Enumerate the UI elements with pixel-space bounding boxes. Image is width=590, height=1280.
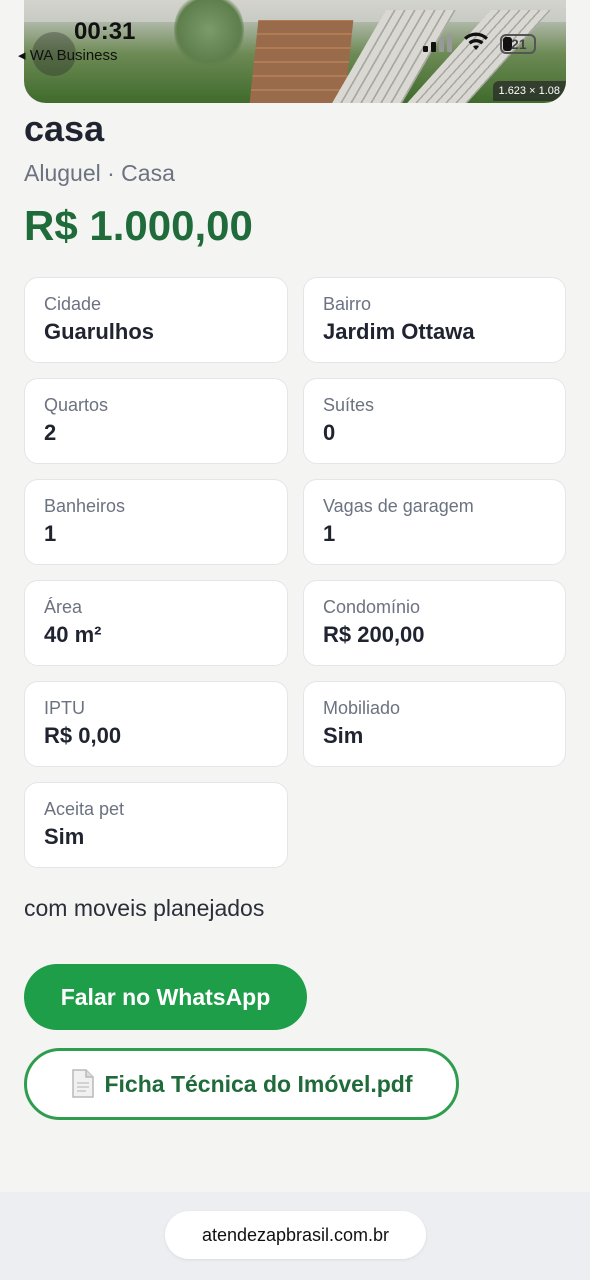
lens-icon[interactable]	[32, 32, 76, 76]
detail-label: IPTU	[44, 698, 86, 718]
detail-card-bedrooms: Quartos 2	[24, 378, 288, 464]
detail-label: Condomínio	[323, 597, 421, 617]
detail-value: 0	[323, 420, 336, 445]
image-dimensions: 1.623 × 1.08	[492, 81, 566, 101]
photo-plant	[174, 0, 244, 70]
detail-card-suites: Suítes 0	[303, 378, 566, 464]
detail-card-pets: Aceita pet Sim	[24, 782, 288, 868]
detail-value: Sim	[44, 824, 85, 849]
detail-card-bathrooms: Banheiros 1	[24, 479, 288, 565]
address-bar-url: atendezapbrasil.com.br	[201, 1224, 390, 1245]
detail-value: Guarulhos	[44, 319, 155, 344]
listing-title: casa	[24, 108, 105, 149]
detail-label: Bairro	[323, 294, 372, 314]
property-photo[interactable]: 1.623 × 1.08	[24, 0, 566, 103]
detail-label: Cidade	[44, 294, 102, 314]
detail-label: Mobiliado	[323, 698, 401, 718]
detail-label: Banheiros	[44, 496, 126, 516]
detail-card-iptu: IPTU R$ 0,00	[24, 681, 288, 767]
detail-label: Suítes	[323, 395, 375, 415]
detail-card-city: Cidade Guarulhos	[24, 277, 288, 363]
detail-value: Sim	[323, 723, 364, 748]
detail-label: Vagas de garagem	[323, 496, 474, 516]
detail-label: Quartos	[44, 395, 109, 415]
pdf-download-link[interactable]: Ficha Técnica do Imóvel.pdf	[24, 1048, 459, 1120]
detail-label: Aceita pet	[44, 799, 125, 819]
detail-card-furnished: Mobiliado Sim	[303, 681, 566, 767]
detail-card-neighborhood: Bairro Jardim Ottawa	[303, 277, 566, 363]
detail-value: 1	[323, 521, 336, 546]
address-bar[interactable]: atendezapbrasil.com.br	[165, 1211, 426, 1259]
detail-value: 1	[44, 521, 57, 546]
pdf-download-label: Ficha Técnica do Imóvel.pdf	[104, 1070, 413, 1097]
listing-description: com moveis planejados	[24, 895, 265, 921]
detail-value: R$ 200,00	[323, 622, 425, 647]
detail-value: 40 m²	[44, 622, 102, 647]
detail-label: Área	[44, 597, 83, 617]
detail-card-condo-fee: Condomínio R$ 200,00	[303, 580, 566, 666]
listing-price: R$ 1.000,00	[24, 202, 253, 249]
detail-value: R$ 0,00	[44, 723, 122, 748]
document-icon	[70, 1069, 96, 1099]
detail-value: Jardim Ottawa	[323, 319, 475, 344]
details-grid: Cidade Guarulhos Bairro Jardim Ottawa Qu…	[24, 277, 566, 868]
listing-subtitle: Aluguel · Casa	[24, 160, 175, 186]
detail-card-area: Área 40 m²	[24, 580, 288, 666]
detail-value: 2	[44, 420, 57, 445]
whatsapp-button[interactable]: Falar no WhatsApp	[24, 964, 307, 1030]
detail-card-parking: Vagas de garagem 1	[303, 479, 566, 565]
